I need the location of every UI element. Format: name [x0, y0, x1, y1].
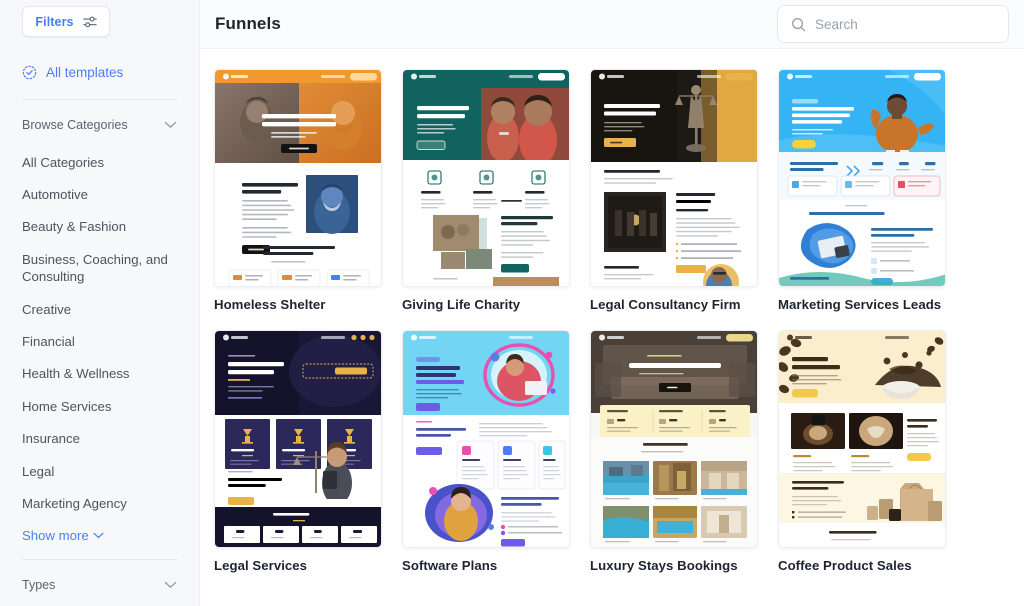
template-thumbnail[interactable]: [778, 69, 946, 287]
search-icon: [791, 17, 806, 32]
sliders-icon: [82, 16, 97, 28]
sidebar-category-item[interactable]: Home Services: [22, 390, 177, 422]
filters-button[interactable]: Filters: [22, 6, 110, 37]
template-thumbnail[interactable]: [778, 330, 946, 548]
page-title: Funnels: [215, 14, 281, 33]
sidebar-category-item[interactable]: Marketing Agency: [22, 488, 177, 520]
template-card[interactable]: Giving Life Charity: [402, 69, 570, 312]
search-box[interactable]: [777, 5, 1009, 43]
topbar: Funnels: [200, 0, 1024, 49]
template-card[interactable]: Software Plans: [402, 330, 570, 573]
template-grid: Homeless Shelter Giving Life Charity Leg…: [200, 49, 1024, 573]
browse-categories-label: Browse Categories: [22, 118, 128, 132]
template-card[interactable]: Luxury Stays Bookings: [590, 330, 758, 573]
main-content: Funnels Ho: [200, 0, 1024, 606]
template-card-title: Coffee Product Sales: [778, 558, 912, 573]
chevron-down-icon: [164, 121, 177, 129]
chevron-down-icon: [164, 581, 177, 589]
template-card[interactable]: Marketing Services Leads: [778, 69, 946, 312]
sidebar-category-item[interactable]: Business, Coaching, and Consulting: [22, 243, 177, 293]
template-card-title: Legal Consultancy Firm: [590, 297, 741, 312]
template-card-title: Software Plans: [402, 558, 498, 573]
sidebar-item-all-templates[interactable]: All templates: [22, 65, 177, 80]
template-card-title: Giving Life Charity: [402, 297, 521, 312]
check-circle-icon: [22, 65, 37, 80]
sidebar-category-item[interactable]: Beauty & Fashion: [22, 211, 177, 243]
sidebar-category-item[interactable]: Financial: [22, 326, 177, 358]
sidebar-category-item[interactable]: Automotive: [22, 178, 177, 210]
sidebar-category-item[interactable]: Health & Wellness: [22, 358, 177, 390]
template-card[interactable]: Homeless Shelter: [214, 69, 382, 312]
template-card-title: Legal Services: [214, 558, 308, 573]
all-templates-label: All templates: [46, 65, 124, 80]
sidebar: Filters All templates Browse Categories …: [0, 0, 200, 606]
template-card-title: Luxury Stays Bookings: [590, 558, 738, 573]
show-more-label: Show more: [22, 528, 89, 544]
template-card[interactable]: Coffee Product Sales: [778, 330, 946, 573]
template-card[interactable]: Legal Consultancy Firm: [590, 69, 758, 312]
filters-button-label: Filters: [35, 14, 74, 29]
template-card[interactable]: Legal Services: [214, 330, 382, 573]
template-card-title: Homeless Shelter: [214, 297, 326, 312]
sidebar-category-item[interactable]: Creative: [22, 293, 177, 325]
search-input[interactable]: [815, 16, 995, 32]
template-thumbnail[interactable]: [402, 69, 570, 287]
template-thumbnail[interactable]: [402, 330, 570, 548]
types-label: Types: [22, 578, 56, 593]
template-thumbnail[interactable]: [214, 69, 382, 287]
show-more-button[interactable]: Show more: [22, 520, 177, 543]
sidebar-category-item[interactable]: All Categories: [22, 146, 177, 178]
browse-categories-header[interactable]: Browse Categories: [22, 100, 177, 132]
template-thumbnail[interactable]: [590, 330, 758, 548]
template-thumbnail[interactable]: [214, 330, 382, 548]
chevron-down-icon: [93, 532, 104, 539]
template-card-title: Marketing Services Leads: [778, 297, 942, 312]
category-list: All Categories Automotive Beauty & Fashion…: [22, 146, 177, 520]
template-thumbnail[interactable]: [590, 69, 758, 287]
types-header[interactable]: Types: [22, 560, 177, 592]
sidebar-category-item[interactable]: Legal: [22, 455, 177, 487]
template-gallery-page: Filters All templates Browse Categories …: [0, 0, 1024, 606]
sidebar-category-item[interactable]: Insurance: [22, 423, 177, 455]
